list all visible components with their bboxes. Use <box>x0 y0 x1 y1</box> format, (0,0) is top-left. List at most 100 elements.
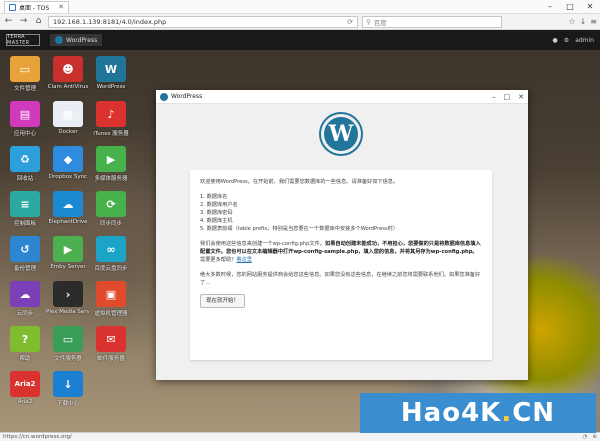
window-maximize-button[interactable]: □ <box>504 93 511 101</box>
star-icon[interactable]: ☆ <box>568 17 575 26</box>
browser-tools: ☆ ↓ ≡ <box>568 17 597 26</box>
wordpress-icon <box>55 36 63 44</box>
desktop-app-icon[interactable]: ▶ Emby Server <box>46 236 90 270</box>
app-label: WordPress <box>96 84 126 90</box>
home-icon[interactable]: ⌂ <box>33 16 44 27</box>
app-label: 百度云盘同步 <box>94 266 128 272</box>
app-glyph-icon: ▤ <box>10 101 40 127</box>
user-icon[interactable]: ● <box>553 37 558 44</box>
app-glyph-icon: ☁ <box>53 191 83 217</box>
app-label: ElephantDrive <box>48 219 88 225</box>
app-glyph-icon: ∞ <box>96 236 126 262</box>
requirements-list: 1. 数据库名 2. 数据库用户名 3. 数据库密码 4. 数据库主机 5. 数… <box>200 193 482 233</box>
desktop-app-icon[interactable]: ↺ 备份管理 <box>3 236 47 272</box>
list-item: 4. 数据库主机 <box>200 218 233 224</box>
desktop-app-icon[interactable]: ◆ Dropbox Sync <box>46 146 90 180</box>
minimize-button[interactable]: – <box>540 0 560 13</box>
site-watermark: Hao4K. CN <box>360 393 596 433</box>
url-field[interactable]: 192.168.1.139:8181/4.0/index.php ⟳ <box>48 15 358 28</box>
app-label: Dropbox Sync <box>48 174 88 180</box>
app-glyph-icon: ▶ <box>96 146 126 172</box>
tab-close-icon[interactable]: ✕ <box>58 3 64 11</box>
desktop-app-icon[interactable]: W WordPress <box>89 56 133 90</box>
desktop-app-icon[interactable]: › Plex Media Server <box>46 281 90 315</box>
window-titlebar: WordPress – □ ✕ <box>156 90 528 104</box>
browser-tab[interactable]: 桌面 - TOS ✕ <box>4 0 70 13</box>
app-glyph-icon: ▭ <box>53 326 83 352</box>
back-arrow-icon[interactable]: ← <box>3 16 14 27</box>
app-glyph-icon: ♪ <box>96 101 126 127</box>
window-minimize-button[interactable]: – <box>492 93 496 101</box>
app-label: Aria2 <box>17 399 33 405</box>
app-glyph-icon: ☻ <box>53 56 83 82</box>
app-label: 云同步 <box>16 311 34 317</box>
list-item: 5. 数据表前缀（table prefix，特别是当您要在一个数据库中安装多个W… <box>200 226 399 232</box>
desktop-app-icon[interactable]: ∞ 百度云盘同步 <box>89 236 133 272</box>
desktop-app-icon[interactable]: ⟳ 同步同步 <box>89 191 133 227</box>
desktop-app-icon[interactable]: ▶ 多媒体服务器 <box>89 146 133 182</box>
app-label: Clam AntiVirus <box>47 84 89 90</box>
app-label: 备份管理 <box>13 266 36 272</box>
app-label: 回收站 <box>16 176 34 182</box>
window-close-button[interactable]: ✕ <box>518 93 524 101</box>
username[interactable]: admin <box>575 37 594 44</box>
app-label: 帮助 <box>19 356 31 362</box>
list-item: 1. 数据库名 <box>200 194 228 200</box>
desktop-app-icon[interactable]: ? 帮助 <box>3 326 47 362</box>
app-glyph-icon: ✉ <box>96 326 126 352</box>
browser-titlebar: 桌面 - TOS ✕ – □ ✕ <box>0 0 600 14</box>
help-link[interactable]: 看这里 <box>236 257 252 263</box>
desktop-app-icon[interactable]: ≡ 控制面板 <box>3 191 47 227</box>
tos-topbar-right: ● ⚙ admin <box>553 37 594 44</box>
settings-icon[interactable]: ⚙ <box>564 37 569 44</box>
address-toolbar: ← → ⌂ 192.168.1.139:8181/4.0/index.php ⟳… <box>0 14 600 30</box>
status-icon: ◔ <box>582 434 588 440</box>
app-label: Emby Server <box>50 264 86 270</box>
desktop-app-icon[interactable]: Aria2 Aria2 <box>3 371 47 405</box>
desktop-app-icon[interactable]: ☻ Clam AntiVirus <box>46 56 90 90</box>
forward-arrow-icon[interactable]: → <box>18 16 29 27</box>
start-button[interactable]: 现在就开始！ <box>200 294 246 308</box>
desktop-app-icon[interactable]: ♪ iTunes 服务器 <box>89 101 133 137</box>
intro-text: 欢迎使用WordPress。在开始前，我们需要您数据库的一些信息。请准备好如下信… <box>200 179 399 185</box>
taskbar-wordpress[interactable]: WordPress <box>50 34 103 46</box>
tos-topbar: TERRA MASTER WordPress ● ⚙ admin <box>0 30 600 50</box>
menu-icon[interactable]: ≡ <box>590 17 597 26</box>
app-label: 邮件服务器 <box>97 356 125 362</box>
tab-favicon-icon <box>9 3 16 11</box>
app-glyph-icon: ▦ <box>53 101 83 127</box>
reload-icon[interactable]: ⟳ <box>347 18 353 26</box>
desktop-app-icon[interactable]: ▭ 文件管理 <box>3 56 47 92</box>
terramaster-logo: TERRA MASTER <box>6 34 40 46</box>
app-glyph-icon: ◆ <box>53 146 83 172</box>
app-label: 应用中心 <box>13 131 36 137</box>
desktop-app-icon[interactable]: ▭ 文件服务器 <box>46 326 90 362</box>
app-glyph-icon: ⟳ <box>96 191 126 217</box>
app-glyph-icon: ↓ <box>53 371 83 397</box>
url-text: 192.168.1.139:8181/4.0/index.php <box>53 17 167 26</box>
status-bar: https://cn.wordpress.org/ ◔ ⊕ <box>0 432 600 441</box>
window-controls: – □ ✕ <box>540 0 600 13</box>
download-icon[interactable]: ↓ <box>580 17 587 26</box>
app-label: 文件服务器 <box>54 356 82 362</box>
desktop-app-icon[interactable]: ↓ 下载中心 <box>46 371 90 407</box>
app-glyph-icon: ? <box>10 326 40 352</box>
host-text: 绝大多数时候，您的网站服务提供商会给您这些信息。如果您没有这些信息，在继续之前您… <box>200 272 481 286</box>
maximize-button[interactable]: □ <box>560 0 580 13</box>
status-url: https://cn.wordpress.org/ <box>3 434 72 440</box>
desktop-app-icon[interactable]: ▦ Docker <box>46 101 90 135</box>
desktop-app-icon[interactable]: ✉ 邮件服务器 <box>89 326 133 362</box>
app-glyph-icon: Aria2 <box>10 371 40 397</box>
app-glyph-icon: ▶ <box>53 236 83 262</box>
desktop-app-icon[interactable]: ▣ 虚拟机管理器 <box>89 281 133 317</box>
desktop-app-icon[interactable]: ☁ 云同步 <box>3 281 47 317</box>
desktop-app-icon[interactable]: ▤ 应用中心 <box>3 101 47 137</box>
app-glyph-icon: W <box>96 56 126 82</box>
desktop-app-icon[interactable]: ☁ ElephantDrive <box>46 191 90 225</box>
close-button[interactable]: ✕ <box>580 0 600 13</box>
desktop-app-icon[interactable]: ♻ 回收站 <box>3 146 47 182</box>
search-input[interactable]: ⚲ 百度 <box>362 15 502 28</box>
app-label: 多媒体服务器 <box>94 176 128 182</box>
app-glyph-icon: ↺ <box>10 236 40 262</box>
app-label: 控制面板 <box>13 221 36 227</box>
